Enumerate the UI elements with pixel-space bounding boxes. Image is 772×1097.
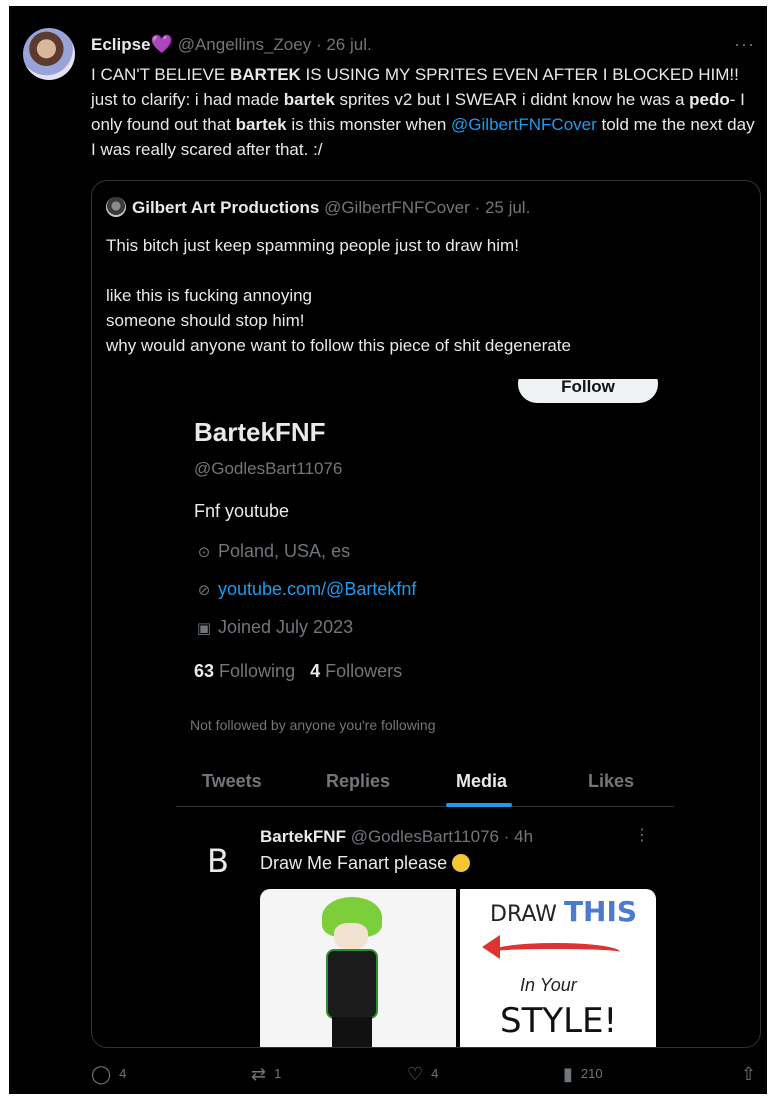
inner-tweet-time: 4h [514, 827, 534, 846]
quoted-tweet[interactable]: Gilbert Art Productions @GilbertFNFCover… [91, 180, 761, 1048]
inner-text: Draw Me Fanart please [260, 853, 448, 873]
quote-text: This bitch just keep spamming people jus… [106, 233, 746, 358]
inner-tweet-text: Draw Me Fanart please [260, 853, 471, 874]
reply-count: 4 [119, 1066, 127, 1081]
inner-author-name: BartekFNF [260, 827, 346, 846]
followers-label: Followers [325, 661, 403, 681]
pleading-face-icon [452, 854, 471, 872]
following-count: 63 [194, 661, 215, 681]
fanart-character-image [260, 889, 456, 1047]
profile-stats: 63 Following 4 Followers [194, 661, 402, 682]
inner-author-logo: B [207, 842, 229, 880]
draw-this-text: DRAW THIS [490, 895, 637, 928]
text-segment: is this monster when [286, 115, 452, 134]
retweet-button[interactable]: ⇄ 1 [251, 1064, 281, 1085]
quote-header: Gilbert Art Productions @GilbertFNFCover… [106, 197, 530, 218]
followers-count: 4 [310, 661, 321, 681]
following-label: Following [219, 661, 296, 681]
inner-author-handle: @GodlesBart11076 [350, 827, 500, 846]
profile-link: ⊘ youtube.com/@Bartekfnf [194, 579, 417, 600]
quote-line: This bitch just keep spamming people jus… [106, 236, 519, 255]
quote-author-handle: @GilbertFNFCover [324, 198, 470, 217]
tab-tweets: Tweets [202, 771, 262, 791]
character-face [334, 923, 368, 949]
location-text: Poland, USA, es [218, 541, 351, 561]
quote-author-avatar [106, 197, 126, 217]
profile-name: BartekFNF [194, 417, 326, 447]
reply-icon: ◯ [91, 1064, 112, 1084]
calendar-icon: ▣ [196, 620, 212, 637]
separator-dot: · [503, 827, 510, 846]
profile-handle: @GodlesBart11076 [194, 459, 343, 478]
retweet-count: 1 [274, 1066, 282, 1081]
this-word: THIS [563, 895, 638, 928]
heart-icon: ♡ [407, 1064, 424, 1084]
location-pin-icon: ⊙ [197, 544, 211, 561]
quote-line: someone should stop him! [106, 311, 305, 330]
tweet-card: Eclipse💜 @Angellins_Zoey · 26 jul. ··· I… [9, 6, 767, 1094]
tweet-text: I CAN'T BELIEVE BARTEK IS USING MY SPRIT… [91, 62, 759, 162]
style-text: STYLE! [500, 1001, 618, 1041]
inner-tweet-header: BartekFNF @GodlesBart11076 · 4h [260, 827, 533, 847]
followed-by-note: Not followed by anyone you're following [190, 717, 436, 733]
author-name[interactable]: Eclipse [91, 35, 151, 54]
reply-button[interactable]: ◯ 4 [91, 1064, 126, 1085]
tab-replies: Replies [326, 771, 391, 791]
mention-link[interactable]: @GilbertFNFCover [451, 115, 597, 134]
view-count: 210 [580, 1066, 603, 1081]
active-tab-indicator [446, 803, 512, 807]
link-text: youtube.com/@Bartekfnf [218, 579, 417, 599]
character-body [326, 949, 378, 1019]
profile-bio: Fnf youtube [194, 501, 290, 521]
like-button[interactable]: ♡ 4 [407, 1064, 438, 1085]
profile-tabs: Tweets Replies Media Likes [176, 757, 674, 807]
purple-heart-icon: 💜 [150, 34, 173, 54]
share-icon: ⇧ [741, 1064, 757, 1084]
retweet-icon: ⇄ [251, 1064, 267, 1084]
profile-joined: ▣ Joined July 2023 [194, 617, 353, 638]
separator-dot: · [474, 198, 481, 217]
quote-author-name: Gilbert Art Productions [132, 198, 320, 217]
text-bold: bartek [235, 115, 287, 134]
like-count: 4 [431, 1066, 439, 1081]
views-button[interactable]: ▮ 210 [563, 1064, 603, 1085]
follow-button: Follow [518, 379, 658, 403]
joined-text: Joined July 2023 [218, 617, 354, 637]
more-options-icon: ⋮ [634, 827, 650, 844]
text-bold: BARTEK [229, 65, 301, 84]
profile-screenshot[interactable]: Follow BartekFNF @GodlesBart11076 Fnf yo… [176, 379, 674, 1047]
draw-this-image: DRAW THIS In Your STYLE! [460, 889, 656, 1047]
text-bold: pedo [689, 90, 730, 109]
profile-location: ⊙ Poland, USA, es [194, 541, 350, 562]
separator-dot: · [315, 35, 322, 54]
tab-media: Media [456, 771, 508, 791]
red-arrow-head-icon [482, 935, 500, 959]
text-segment: I CAN'T BELIEVE [91, 65, 230, 84]
share-button[interactable]: ⇧ [741, 1064, 764, 1085]
tweet-actions: ◯ 4 ⇄ 1 ♡ 4 ▮ 210 ⇧ [91, 1064, 759, 1088]
quote-line: like this is fucking annoying [106, 286, 313, 305]
tweet-header: Eclipse💜 @Angellins_Zoey · 26 jul. [91, 34, 753, 58]
bar-chart-icon: ▮ [563, 1064, 573, 1084]
draw-word: DRAW [490, 902, 557, 927]
red-arrow-icon [490, 943, 620, 961]
inner-tweet: B BartekFNF @GodlesBart11076 · 4h ⋮ Draw… [176, 817, 674, 1047]
author-avatar[interactable] [23, 28, 75, 80]
text-bold: bartek [283, 90, 335, 109]
quote-line: why would anyone want to follow this pie… [106, 336, 571, 355]
tweet-date[interactable]: 26 jul. [326, 35, 371, 54]
author-handle[interactable]: @Angellins_Zoey [178, 35, 312, 54]
in-your-text: In Your [520, 975, 577, 995]
text-segment: sprites v2 but I SWEAR i didnt know he w… [334, 90, 690, 109]
link-icon: ⊘ [197, 582, 211, 599]
tab-likes: Likes [588, 771, 635, 791]
more-options-icon[interactable]: ··· [734, 34, 755, 55]
character-legs [332, 1017, 372, 1047]
quote-date: 25 jul. [484, 198, 531, 217]
